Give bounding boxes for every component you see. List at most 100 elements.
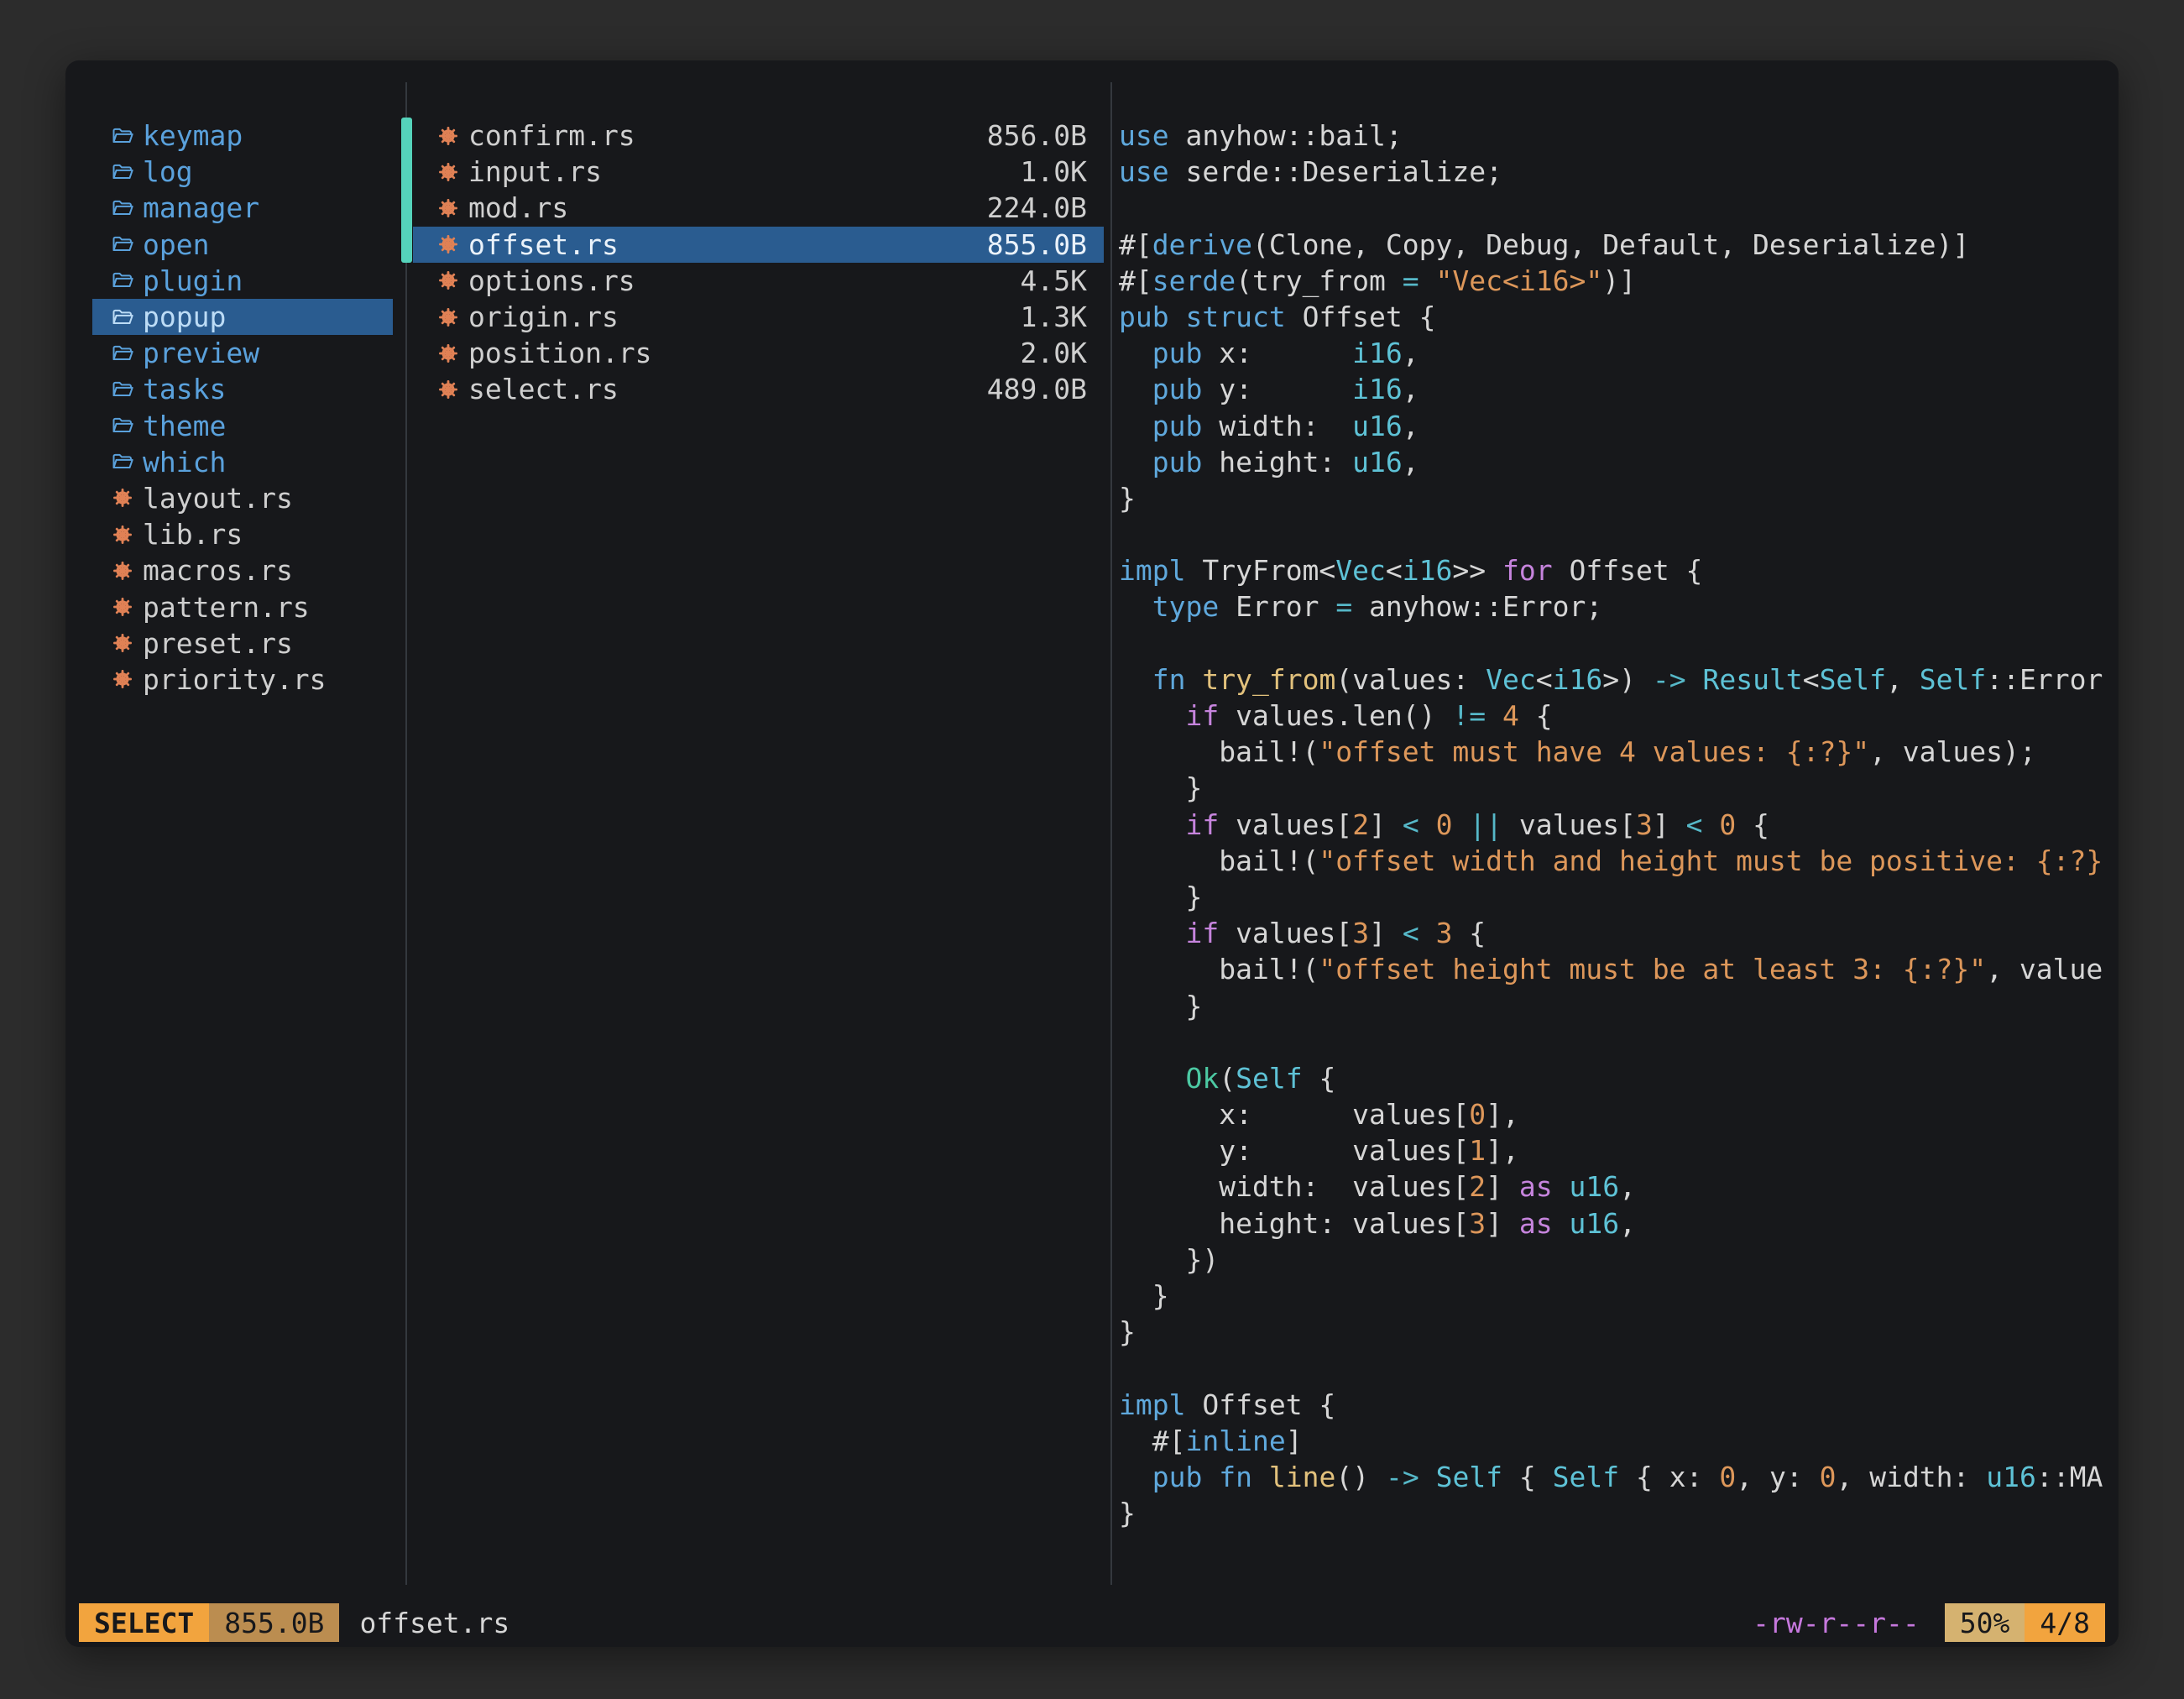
sidebar-folder-plugin[interactable]: plugin xyxy=(92,263,393,299)
current-pane: confirm.rs856.0Binput.rs1.0Kmod.rs224.0B… xyxy=(413,118,1104,408)
code-line: x: values[0], xyxy=(1119,1096,2105,1132)
file-size: 4.5K xyxy=(1021,264,1087,297)
sidebar-folder-theme[interactable]: theme xyxy=(92,408,393,444)
sidebar-file-macros.rs[interactable]: macros.rs xyxy=(92,552,393,588)
code-line: height: values[3] as u16, xyxy=(1119,1205,2105,1242)
folder-name: popup xyxy=(143,301,226,333)
sidebar-folder-keymap[interactable]: keymap xyxy=(92,118,393,154)
open-folder-icon xyxy=(111,450,134,473)
sidebar-file-preset.rs[interactable]: preset.rs xyxy=(92,625,393,661)
open-folder-icon xyxy=(111,342,134,365)
rust-gear-icon xyxy=(436,196,460,220)
code-line: pub struct Offset { xyxy=(1119,299,2105,335)
code-line: bail!("offset width and height must be p… xyxy=(1119,843,2105,879)
file-row-offset.rs[interactable]: offset.rs855.0B xyxy=(413,227,1104,263)
folder-name: which xyxy=(143,446,226,478)
open-folder-icon xyxy=(111,306,134,329)
open-folder-icon xyxy=(111,378,134,401)
folder-name: theme xyxy=(143,410,226,442)
screen: { "app": "yazi-terminal-file-manager", "… xyxy=(0,0,2184,1699)
file-name: layout.rs xyxy=(143,482,293,515)
sidebar-folder-preview[interactable]: preview xyxy=(92,335,393,371)
rust-gear-icon xyxy=(436,342,460,365)
code-line: }) xyxy=(1119,1242,2105,1278)
code-line: bail!("offset must have 4 values: {:?}",… xyxy=(1119,734,2105,770)
code-line: if values.len() != 4 { xyxy=(1119,698,2105,734)
code-line: #[inline] xyxy=(1119,1423,2105,1459)
code-line: #[serde(try_from = "Vec<i16>")] xyxy=(1119,263,2105,299)
file-name: pattern.rs xyxy=(143,591,310,624)
mode-badge: SELECT xyxy=(79,1603,209,1642)
sidebar-folder-popup[interactable]: popup xyxy=(92,299,393,335)
code-line: if values[2] < 0 || values[3] < 0 { xyxy=(1119,807,2105,843)
open-folder-icon xyxy=(111,196,134,220)
code-line: Ok(Self { xyxy=(1119,1060,2105,1096)
file-name: origin.rs xyxy=(468,301,1012,333)
size-badge: 855.0B xyxy=(209,1603,339,1642)
code-line: pub y: i16, xyxy=(1119,371,2105,407)
code-line: } xyxy=(1119,480,2105,516)
pane-divider-left xyxy=(405,82,407,1585)
status-right-group: -rw-r--r-- 50% 4/8 xyxy=(1753,1603,2105,1642)
code-line: pub fn line() -> Self { Self { x: 0, y: … xyxy=(1119,1459,2105,1495)
code-line: impl Offset { xyxy=(1119,1387,2105,1423)
file-row-position.rs[interactable]: position.rs2.0K xyxy=(413,335,1104,371)
code-line: bail!("offset height must be at least 3:… xyxy=(1119,951,2105,987)
code-line: } xyxy=(1119,1278,2105,1314)
file-row-select.rs[interactable]: select.rs489.0B xyxy=(413,371,1104,407)
code-line: impl TryFrom<Vec<i16>> for Offset { xyxy=(1119,552,2105,588)
file-row-mod.rs[interactable]: mod.rs224.0B xyxy=(413,190,1104,226)
folder-name: plugin xyxy=(143,264,243,297)
code-line: if values[3] < 3 { xyxy=(1119,915,2105,951)
sidebar-file-lib.rs[interactable]: lib.rs xyxy=(92,516,393,552)
file-name: options.rs xyxy=(468,264,1012,297)
rust-gear-icon xyxy=(436,233,460,256)
preview-pane: use anyhow::bail;use serde::Deserialize;… xyxy=(1119,118,2105,1545)
file-name: preset.rs xyxy=(143,627,293,660)
sidebar-file-pattern.rs[interactable]: pattern.rs xyxy=(92,588,393,625)
file-row-options.rs[interactable]: options.rs 4.5K xyxy=(413,263,1104,299)
file-row-origin.rs[interactable]: origin.rs1.3K xyxy=(413,299,1104,335)
code-line: pub width: u16, xyxy=(1119,408,2105,444)
file-row-input.rs[interactable]: input.rs1.0K xyxy=(413,154,1104,190)
code-line xyxy=(1119,190,2105,226)
code-line: } xyxy=(1119,988,2105,1024)
terminal-window: keymaplogmanageropenplugin popuppreviewta… xyxy=(65,60,2119,1647)
permissions-text: -rw-r--r-- xyxy=(1753,1607,1920,1639)
file-name: select.rs xyxy=(468,373,979,405)
file-name: offset.rs xyxy=(468,228,979,261)
file-size: 855.0B xyxy=(987,228,1087,261)
status-bar: SELECT 855.0B offset.rs -rw-r--r-- 50% 4… xyxy=(79,1603,2105,1642)
file-name: lib.rs xyxy=(143,518,243,551)
sidebar-file-priority.rs[interactable]: priority.rs xyxy=(92,661,393,698)
folder-name: keymap xyxy=(143,119,243,152)
sidebar-folder-tasks[interactable]: tasks xyxy=(92,371,393,407)
sidebar-folder-log[interactable]: log xyxy=(92,154,393,190)
code-line: pub height: u16, xyxy=(1119,444,2105,480)
rust-gear-icon xyxy=(111,595,134,619)
sidebar-folder-which[interactable]: which xyxy=(92,444,393,480)
file-name: macros.rs xyxy=(143,554,293,587)
rust-gear-icon xyxy=(436,378,460,401)
sidebar-folder-open[interactable]: open xyxy=(92,227,393,263)
code-line: } xyxy=(1119,879,2105,915)
code-line xyxy=(1119,516,2105,552)
rust-gear-icon xyxy=(436,306,460,329)
status-filename: offset.rs xyxy=(359,1607,509,1639)
file-size: 1.0K xyxy=(1021,155,1087,188)
code-line: fn try_from(values: Vec<i16>) -> Result<… xyxy=(1119,661,2105,698)
code-line: y: values[1], xyxy=(1119,1132,2105,1168)
scroll-indicator xyxy=(401,118,412,263)
rust-gear-icon xyxy=(436,124,460,148)
file-size: 856.0B xyxy=(987,119,1087,152)
file-row-confirm.rs[interactable]: confirm.rs856.0B xyxy=(413,118,1104,154)
code-line: #[derive(Clone, Copy, Debug, Default, De… xyxy=(1119,227,2105,263)
folder-name: open xyxy=(143,228,209,261)
sidebar-folder-manager[interactable]: manager xyxy=(92,190,393,226)
rust-gear-icon xyxy=(111,523,134,546)
folder-name: log xyxy=(143,155,193,188)
open-folder-icon xyxy=(111,124,134,148)
pane-divider-right xyxy=(1110,82,1112,1585)
sidebar-file-layout.rs[interactable]: layout.rs xyxy=(92,480,393,516)
code-line: } xyxy=(1119,770,2105,806)
